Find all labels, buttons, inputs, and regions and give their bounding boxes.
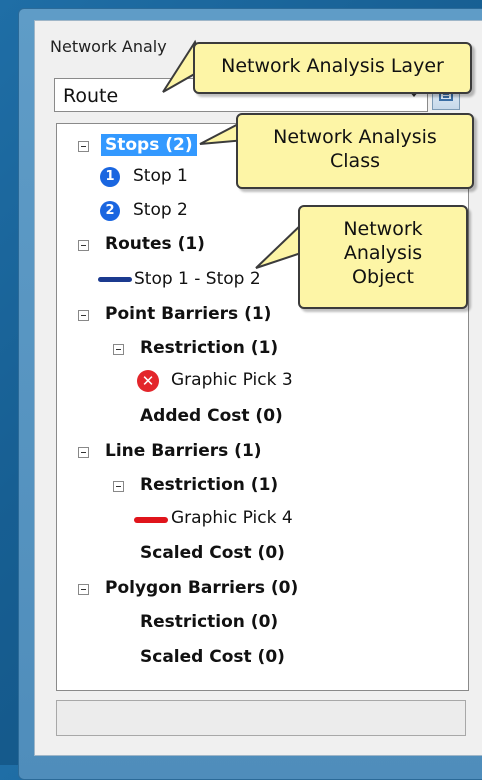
callout-network-analysis-class: Network Analysis Class (236, 113, 474, 189)
tree-node-polygon-scaled-cost[interactable]: Scaled Cost (0) (140, 646, 285, 668)
stop-number-icon: 1 (100, 167, 120, 187)
tree-node-routes[interactable]: Routes (1) (105, 233, 205, 255)
tree-node-polygon-restriction[interactable]: Restriction (0) (140, 611, 278, 633)
window-title: Network Analy (50, 37, 167, 56)
stop-number-icon: 2 (100, 201, 120, 221)
tree-node-line-barriers[interactable]: Line Barriers (1) (105, 440, 262, 462)
route-line-icon (98, 277, 132, 282)
tree-item-route[interactable]: Stop 1 - Stop 2 (134, 268, 261, 290)
line-restriction-collapse-toggle[interactable] (113, 481, 124, 492)
status-bar (56, 700, 466, 736)
tree-item-graphic-pick-3[interactable]: Graphic Pick 3 (171, 369, 293, 391)
line-barrier-icon (134, 517, 168, 523)
tree-node-point-barriers[interactable]: Point Barriers (1) (105, 303, 271, 325)
tree-item-stop-1[interactable]: Stop 1 (133, 165, 188, 187)
callout-layer-text: Network Analysis Layer (221, 55, 444, 77)
routes-collapse-toggle[interactable] (78, 240, 89, 251)
tree-node-polygon-barriers[interactable]: Polygon Barriers (0) (105, 577, 298, 599)
callout-object-line2: Analysis (343, 242, 423, 264)
tree-node-point-restriction[interactable]: Restriction (1) (140, 337, 278, 359)
callout-object-line3: Object (352, 266, 414, 288)
stops-collapse-toggle[interactable] (78, 141, 89, 152)
layer-dropdown-value: Route (63, 85, 119, 107)
tree-node-stops[interactable]: Stops (2) (101, 134, 197, 156)
point-barrier-x-icon: ✕ (137, 370, 159, 392)
tree-node-added-cost[interactable]: Added Cost (0) (140, 405, 283, 427)
callout-network-analysis-object: Network Analysis Object (298, 205, 468, 309)
line-barriers-collapse-toggle[interactable] (78, 447, 89, 458)
point-restriction-collapse-toggle[interactable] (113, 344, 124, 355)
callout-object-line1: Network (343, 218, 423, 240)
tree-node-line-restriction[interactable]: Restriction (1) (140, 474, 278, 496)
callout-network-analysis-layer: Network Analysis Layer (193, 42, 472, 94)
callout-class-line2: Class (330, 150, 380, 172)
polygon-barriers-collapse-toggle[interactable] (78, 584, 89, 595)
tree-item-stop-2[interactable]: Stop 2 (133, 199, 188, 221)
point-barriers-collapse-toggle[interactable] (78, 310, 89, 321)
tree-node-line-scaled-cost[interactable]: Scaled Cost (0) (140, 542, 285, 564)
tree-item-graphic-pick-4[interactable]: Graphic Pick 4 (171, 507, 293, 529)
callout-class-line1: Network Analysis (273, 126, 437, 148)
